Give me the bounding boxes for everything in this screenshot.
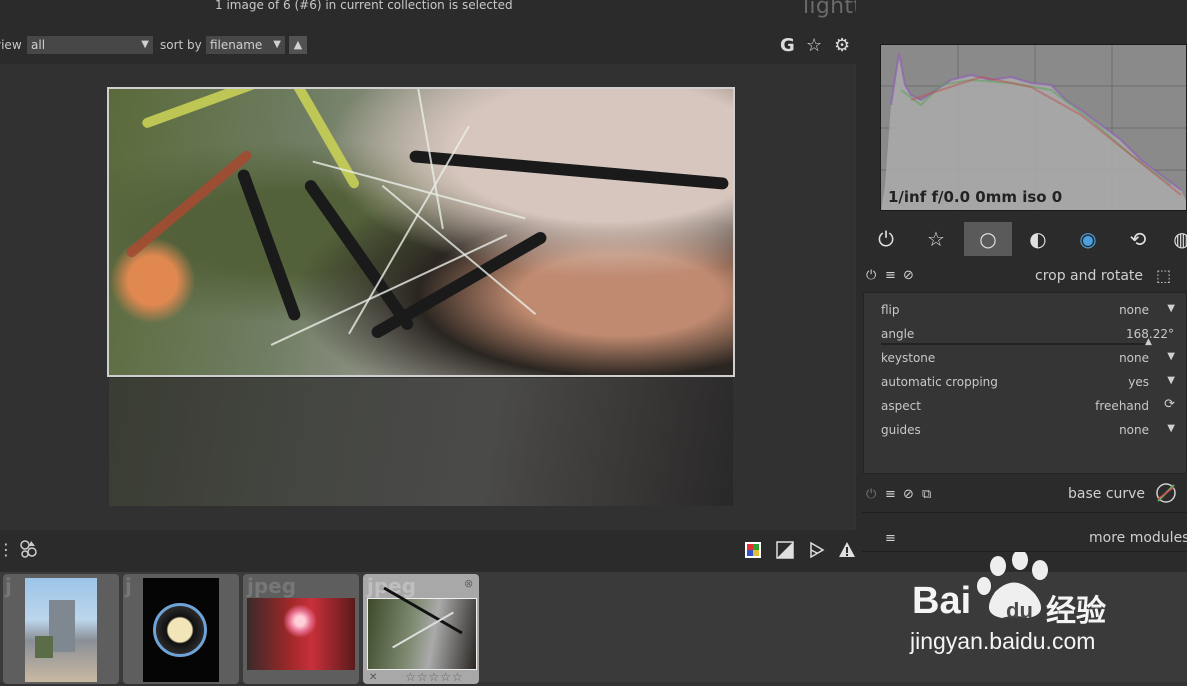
color-assessment-icon[interactable]	[744, 541, 762, 559]
reject-icon[interactable]: ✕	[369, 672, 377, 683]
gamut-warning-icon[interactable]	[838, 541, 856, 559]
more-modules-title[interactable]: more modules	[1089, 530, 1187, 546]
duplicate-icon[interactable]: ⧉	[922, 487, 931, 502]
base-curve-icon	[1155, 482, 1177, 504]
param-value: freehand	[1095, 399, 1149, 413]
filmstrip-thumb-selected[interactable]: jpeg ⊗ ✕ ☆☆☆☆☆	[363, 574, 479, 684]
divider	[862, 512, 1187, 513]
status-text: 1 image of 6 (#6) in current collection …	[215, 0, 513, 12]
basic-circle-icon[interactable]: ○	[964, 222, 1012, 256]
param-value: none	[1119, 351, 1149, 365]
base-curve-title[interactable]: base curve	[1068, 486, 1145, 502]
view-label: view	[0, 38, 22, 52]
filmstrip-thumb[interactable]: j	[123, 574, 239, 684]
color-icon[interactable]: ◉	[1064, 222, 1112, 256]
param-flip[interactable]: flip none ▼	[881, 300, 1177, 322]
close-icon[interactable]: ⊗	[464, 577, 473, 590]
thumb-ext-label: j	[125, 574, 132, 598]
overexposed-icon[interactable]	[776, 541, 794, 559]
param-name: keystone	[881, 351, 936, 365]
view-combo-value: all	[31, 38, 46, 52]
module-groups-bar: ⏻ ☆ ○ ◐ ◉ ⟲ ◍	[862, 222, 1187, 256]
more-icon[interactable]: ⋮	[0, 540, 14, 559]
param-aspect[interactable]: aspect freehand ⟳	[881, 396, 1177, 418]
star-icon[interactable]: ☆	[806, 36, 822, 56]
rotate-aspect-icon[interactable]: ⟳	[1164, 397, 1175, 412]
histogram-graph	[881, 45, 1186, 210]
chevron-down-icon: ▼	[1167, 375, 1175, 386]
thumb-image	[25, 578, 97, 682]
param-automatic-cropping[interactable]: automatic cropping yes ▼	[881, 372, 1177, 394]
sort-combo[interactable]: filename ▼	[205, 35, 286, 55]
filmstrip: j j jpeg jpeg ⊗ ✕ ☆☆☆☆☆	[0, 572, 1187, 684]
param-name: flip	[881, 303, 900, 317]
presets-icon[interactable]: ≡	[885, 487, 896, 502]
param-guides[interactable]: guides none ▼	[881, 420, 1177, 442]
param-value: none	[1119, 303, 1149, 317]
thumb-image	[143, 578, 219, 682]
grouping-icon[interactable]: G	[780, 36, 795, 56]
param-value: none	[1119, 423, 1149, 437]
styles-icon[interactable]	[18, 538, 40, 560]
histogram-exif-info: 1/inf f/0.0 0mm iso 0	[888, 188, 1063, 206]
thumb-ext-label: jpeg	[247, 574, 297, 598]
thumb-ext-label: j	[5, 574, 12, 598]
power-icon[interactable]: ⏻	[866, 487, 876, 502]
reset-icon[interactable]: ⊘	[903, 487, 914, 502]
crop-module-title[interactable]: crop and rotate	[1035, 268, 1143, 284]
power-icon[interactable]: ⏻	[866, 268, 876, 283]
chevron-down-icon: ▼	[1167, 423, 1175, 434]
power-icon[interactable]: ⏻	[862, 222, 910, 256]
sort-direction-button[interactable]: ▲	[288, 35, 308, 55]
param-keystone[interactable]: keystone none ▼	[881, 348, 1177, 370]
favorite-icon[interactable]: ☆	[912, 222, 960, 256]
correct-icon[interactable]: ⟲	[1114, 222, 1162, 256]
crop-params-panel: flip none ▼ angle 168.22° ▲ keystone non…	[863, 292, 1187, 474]
filmstrip-thumb[interactable]: jpeg	[243, 574, 359, 684]
tone-icon[interactable]: ◐	[1014, 222, 1062, 256]
chevron-down-icon: ▼	[141, 39, 149, 50]
chevron-down-icon: ▼	[1167, 303, 1175, 314]
param-value: yes	[1128, 375, 1149, 389]
image-cropped-area	[109, 378, 733, 506]
crop-area[interactable]	[107, 87, 735, 377]
thumb-image	[247, 598, 355, 670]
param-name: aspect	[881, 399, 921, 413]
effect-icon[interactable]: ◍	[1158, 222, 1187, 256]
chevron-down-icon: ▼	[273, 39, 281, 50]
softproof-icon[interactable]	[808, 541, 826, 559]
bottom-toolbar	[0, 530, 856, 572]
gear-icon[interactable]: ⚙	[834, 36, 850, 56]
histogram[interactable]	[880, 44, 1187, 211]
angle-slider[interactable]	[881, 343, 1151, 345]
filmstrip-thumb[interactable]: j	[3, 574, 119, 684]
param-name: automatic cropping	[881, 375, 998, 389]
param-name: guides	[881, 423, 921, 437]
more-modules-menu-icon[interactable]: ≡	[885, 531, 896, 546]
slider-knob-icon[interactable]: ▲	[1145, 337, 1152, 347]
param-name: angle	[881, 327, 915, 341]
chevron-down-icon: ▼	[1167, 351, 1175, 362]
sort-label: sort by	[160, 38, 202, 52]
reset-icon[interactable]: ⊘	[903, 268, 914, 283]
view-combo[interactable]: all ▼	[26, 35, 154, 55]
sort-combo-value: filename	[210, 38, 263, 52]
crop-module-icon: ⬚	[1156, 266, 1172, 285]
thumb-image	[367, 586, 477, 670]
divider	[862, 551, 1187, 552]
presets-icon[interactable]: ≡	[885, 268, 896, 283]
